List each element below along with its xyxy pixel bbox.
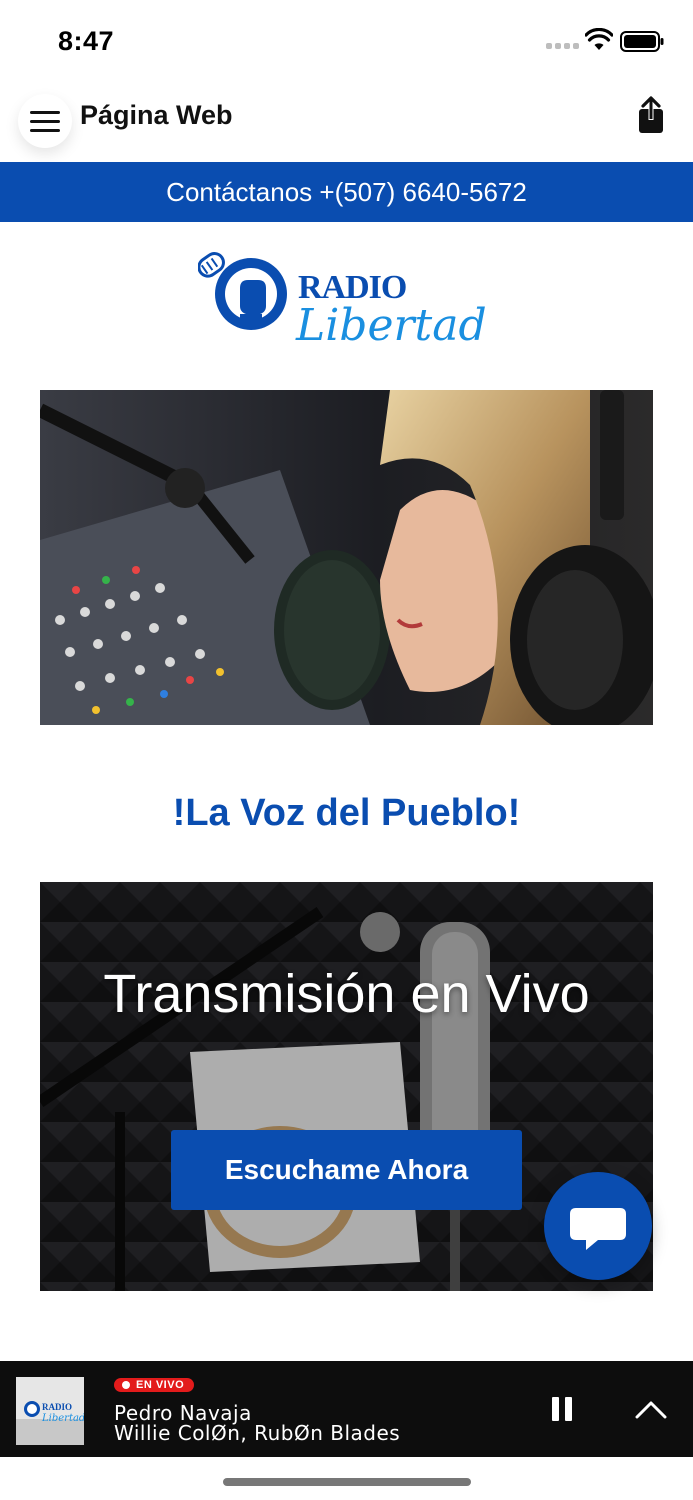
album-art-libertad-text: Libertad — [41, 1413, 84, 1424]
track-artist: Willie ColØn, RubØn Blades — [114, 1421, 401, 1445]
battery-icon — [620, 31, 664, 52]
chat-icon — [570, 1208, 626, 1250]
app-screen: 8:47 Página Web Contáctanos +(507) 6640-… — [0, 0, 693, 1500]
chevron-up-icon[interactable] — [634, 1397, 668, 1421]
menu-button[interactable] — [18, 94, 72, 148]
hero-image — [40, 390, 653, 725]
share-icon[interactable] — [634, 96, 668, 136]
live-card-title: Transmisión en Vivo — [103, 964, 590, 1024]
status-bar: 8:47 — [0, 0, 693, 80]
logo-libertad-text: Libertad — [295, 300, 487, 351]
home-indicator-area — [0, 1457, 693, 1500]
album-art: RADIO Libertad — [16, 1377, 84, 1445]
wifi-icon — [585, 28, 613, 50]
home-indicator[interactable] — [223, 1478, 471, 1486]
pause-icon — [552, 1397, 559, 1421]
status-time: 8:47 — [58, 26, 115, 56]
signal-icon — [546, 43, 579, 49]
album-art-radio-text: RADIO — [42, 1402, 72, 1412]
radio-libertad-logo: RADIO Libertad — [198, 252, 487, 351]
pause-button[interactable] — [552, 1397, 574, 1423]
menu-icon — [30, 110, 60, 114]
listen-now-button[interactable]: Escuchame Ahora — [171, 1130, 522, 1210]
chat-button[interactable] — [544, 1172, 652, 1280]
contact-banner[interactable]: Contáctanos +(507) 6640-5672 — [0, 162, 693, 222]
page-title: Página Web — [80, 100, 233, 130]
live-badge: EN VIVO — [114, 1378, 195, 1392]
audio-player-bar[interactable]: RADIO Libertad EN VIVO Pedro Navaja Will… — [0, 1361, 693, 1457]
app-header: Página Web — [0, 80, 693, 162]
slogan-heading: !La Voz del Pueblo! — [172, 792, 521, 834]
